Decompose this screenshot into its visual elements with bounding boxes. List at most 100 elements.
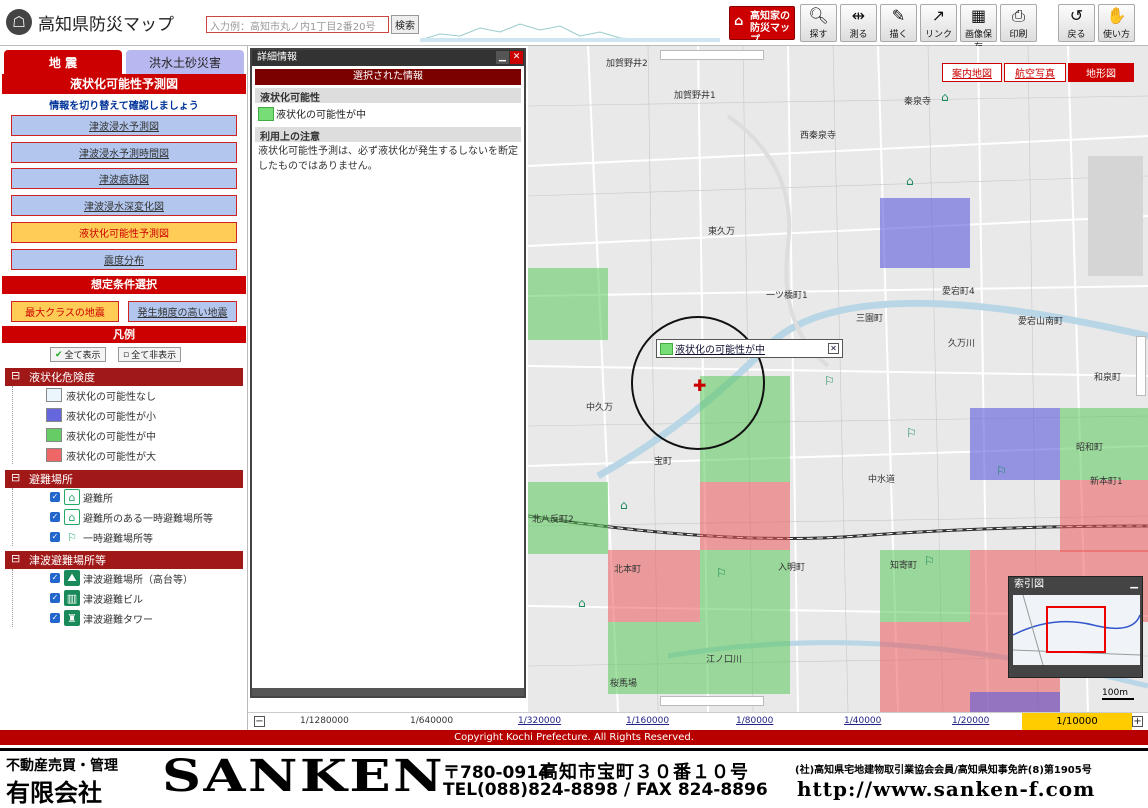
legend-section-evacuation[interactable]: ⊟ 避難場所: [5, 470, 243, 488]
legend-section-tsunami[interactable]: ⊟ 津波避難場所等: [5, 551, 243, 569]
close-icon[interactable]: ✕: [510, 51, 523, 64]
place-label: 昭和町: [1076, 443, 1104, 453]
pan-up-handle[interactable]: [660, 50, 764, 60]
pan-down-handle[interactable]: [660, 696, 764, 706]
tool-image-save-button[interactable]: ▦画像保存: [960, 4, 997, 53]
layer-checkbox[interactable]: ✓ ♜ 津波避難タワー: [50, 609, 153, 627]
map-type-button-selected[interactable]: 液状化可能性予測図: [11, 222, 237, 243]
place-label: 加賀野井2: [606, 59, 648, 69]
condition-frequent-button[interactable]: 発生頻度の高い地震: [128, 301, 237, 322]
pan-right-handle[interactable]: [1136, 336, 1146, 396]
running-person-icon: ⚐: [67, 530, 77, 544]
magnifier-icon: 🔍︎: [808, 6, 829, 25]
place-label: 愛宕町4: [942, 287, 975, 297]
place-label: 北八反町2: [532, 515, 574, 525]
index-map-title: 索引図: [1014, 579, 1044, 590]
layer-checkbox[interactable]: ✓ ⚐ 一時避難場所等: [50, 528, 153, 546]
map-type-button[interactable]: 津波浸水深変化図: [11, 195, 237, 216]
map-tab-topographic[interactable]: 地形図: [1068, 63, 1134, 82]
running-person-icon[interactable]: ⚐: [996, 464, 1007, 478]
kochi-bousai-button[interactable]: ⌂ 高知家の防災マップ: [729, 6, 795, 46]
checkbox-icon: ✓: [50, 532, 60, 542]
tsunami-building-icon: ▥: [64, 590, 80, 606]
info-text: 情報を切り替えて確認しましょう: [49, 101, 199, 112]
close-icon[interactable]: ✕: [828, 343, 839, 354]
condition-max-button[interactable]: 最大クラスの地震: [11, 301, 119, 322]
layer-checkbox[interactable]: ✓ ⛰ 津波避難場所（高台等）: [50, 569, 193, 587]
shelter-icon[interactable]: ⌂: [941, 90, 949, 104]
zoom-level[interactable]: 1/320000: [518, 716, 561, 726]
selected-info-header: 選択された情報: [255, 69, 521, 85]
hide-all-button[interactable]: ▫ 全て非表示: [118, 347, 182, 362]
tool-back-button[interactable]: ↺ 戻る: [1058, 4, 1095, 42]
address-search-input[interactable]: 入力例：高知市丸ノ内1丁目2番20号: [206, 16, 389, 33]
tool-link-button[interactable]: ↗ リンク: [920, 4, 957, 42]
note-heading: 利用上の注意: [255, 127, 521, 143]
layer-checkbox[interactable]: ✓ ▥ 津波避難ビル: [50, 589, 143, 607]
legend-title: 凡例: [2, 326, 246, 343]
advert-footer: 不動産売買・管理 有限会社 SANKEN 〒780-0914 高知市宝町３０番１…: [0, 748, 1148, 807]
map-type-button[interactable]: 震度分布: [11, 249, 237, 270]
map-type-button[interactable]: 津波浸水予測図: [11, 115, 237, 136]
shelter-icon[interactable]: ⌂: [620, 498, 628, 512]
zoom-level[interactable]: 1/40000: [844, 716, 881, 726]
zoom-level[interactable]: 1/80000: [736, 716, 773, 726]
checkbox-icon: ✓: [50, 512, 60, 522]
layer-checkbox[interactable]: ✓ ⌂ 避難所のある一時避難場所等: [50, 508, 213, 526]
map-type-button[interactable]: 津波痕跡図: [11, 168, 237, 189]
tool-search-button[interactable]: 🔍︎ 探す: [800, 4, 837, 42]
zoom-level[interactable]: 1/1280000: [300, 716, 349, 726]
zoom-out-button[interactable]: −: [254, 716, 265, 727]
map-tab-guide[interactable]: 案内地図: [942, 63, 1002, 82]
place-label: 新本町1: [1090, 477, 1123, 487]
tab-flood-landslide[interactable]: 洪水土砂災害: [126, 50, 244, 74]
place-label: 愛宕山南町: [1018, 317, 1064, 327]
search-button[interactable]: 検索: [391, 15, 419, 34]
detail-footer: [252, 688, 524, 696]
index-map-window[interactable]: 索引図 ▁: [1008, 576, 1143, 678]
checkbox-icon: ✓: [50, 492, 60, 502]
running-person-icon[interactable]: ⚐: [716, 566, 727, 580]
shelter-icon[interactable]: ⌂: [578, 596, 586, 610]
place-label: 北本町: [614, 565, 642, 575]
help-icon: ✋: [1106, 6, 1127, 25]
collapse-icon: ⊟: [11, 552, 21, 565]
minimize-icon[interactable]: ▁: [496, 51, 509, 64]
zoom-in-button[interactable]: +: [1132, 716, 1143, 727]
legend-section-liquefaction[interactable]: ⊟ 液状化危険度: [5, 368, 243, 386]
index-map-body[interactable]: [1013, 595, 1140, 665]
running-person-icon[interactable]: ⚐: [906, 426, 917, 440]
zoom-level[interactable]: 1/160000: [626, 716, 669, 726]
tool-help-button[interactable]: ✋ 使い方: [1098, 4, 1135, 42]
layer-checkbox[interactable]: ✓ ⌂ 避難所: [50, 488, 113, 506]
map-view[interactable]: 加賀野井2 加賀野井1 西秦泉寺 秦泉寺 東久万 一ツ橋町1 三園町 愛宕町4 …: [528, 46, 1148, 712]
copyright-bar: Copyright Kochi Prefecture. All Rights R…: [0, 730, 1148, 745]
tool-draw-button[interactable]: ✎ 描く: [880, 4, 917, 42]
tool-measure-button[interactable]: ⇹ 測る: [840, 4, 877, 42]
map-type-button[interactable]: 津波浸水予測時間図: [11, 142, 237, 163]
running-person-icon[interactable]: ⚐: [924, 554, 935, 568]
tool-print-button[interactable]: ⎙ 印刷: [1000, 4, 1037, 42]
running-person-icon[interactable]: ⚐: [824, 374, 835, 388]
shelter-icon[interactable]: ⌂: [906, 174, 914, 188]
zoom-bar: − 1/1280000 1/640000 1/320000 1/160000 1…: [248, 712, 1148, 730]
header-skyline-decoration: ✈: [420, 6, 720, 42]
left-panel: 地 震 洪水土砂災害 液状化可能性予測図 情報を切り替えて確認しましょう 津波浸…: [0, 46, 248, 730]
location-pin-icon[interactable]: ✚: [693, 376, 706, 395]
zoom-level[interactable]: 1/20000: [952, 716, 989, 726]
tab-earthquake[interactable]: 地 震: [4, 50, 122, 74]
zoom-level-current[interactable]: 1/10000: [1022, 713, 1132, 730]
app-logo[interactable]: ☖ 高知県防災マップ: [6, 9, 174, 35]
legend-item: 液状化の可能性が小: [46, 407, 156, 423]
back-icon: ↺: [1069, 6, 1084, 25]
tree-line: [12, 569, 13, 627]
liquefaction-medium-area: [700, 550, 790, 694]
footer-url: http://www.sanken-f.com: [797, 777, 1096, 801]
place-label: 知寄町: [890, 561, 918, 571]
collapse-icon: ⊟: [11, 369, 21, 382]
map-tab-aerial[interactable]: 航空写真: [1004, 63, 1066, 82]
minimize-icon[interactable]: ▁: [1130, 578, 1138, 589]
show-all-button[interactable]: ✔ 全て表示: [50, 347, 106, 362]
zoom-level[interactable]: 1/640000: [410, 716, 453, 726]
map-popup[interactable]: 液状化の可能性が中 ✕: [656, 339, 843, 358]
